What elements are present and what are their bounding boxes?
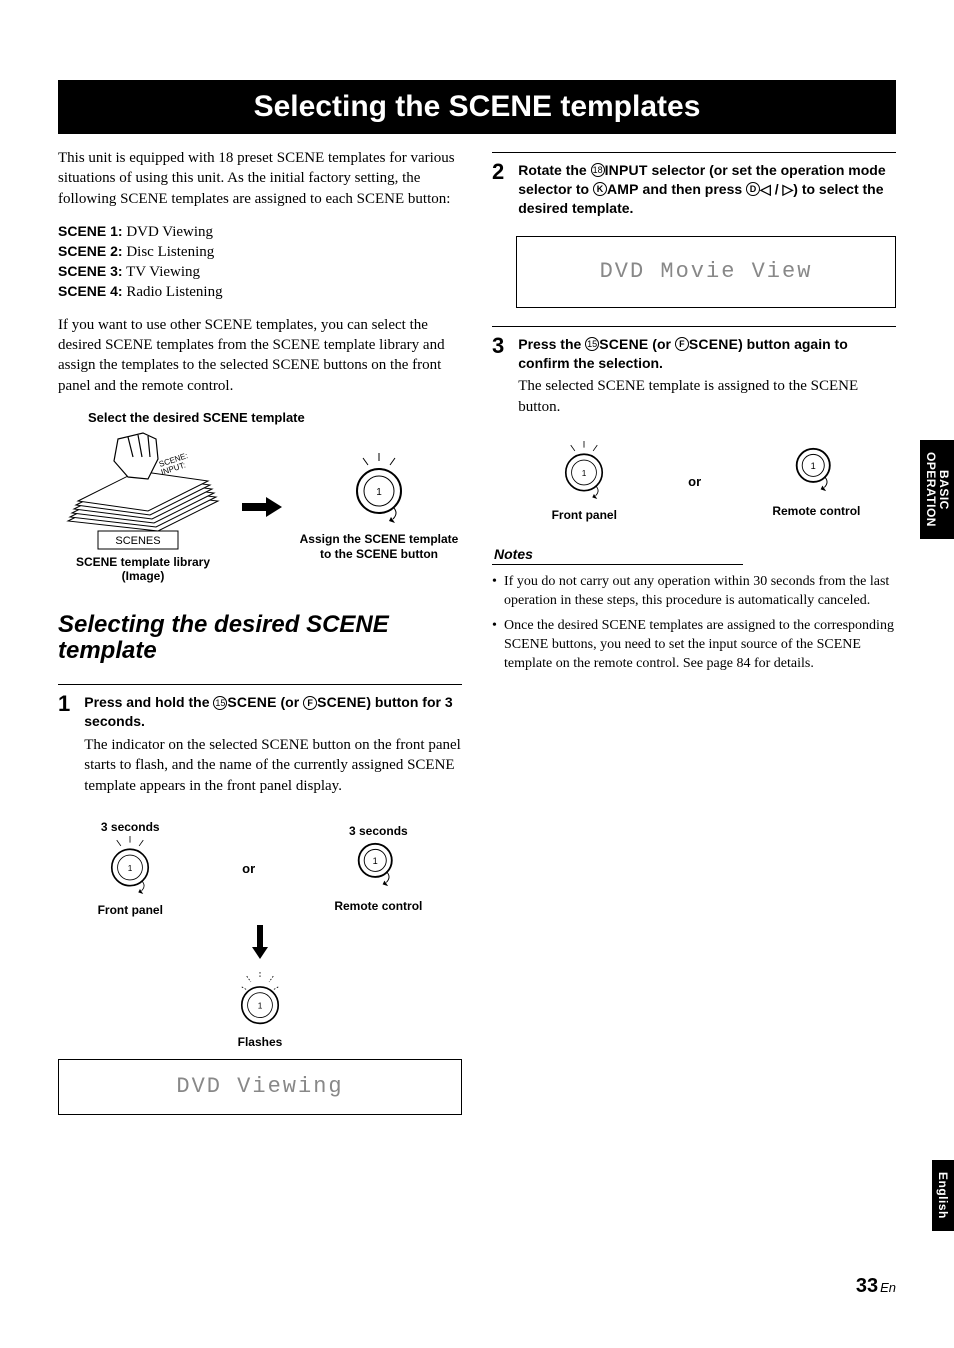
- flashes-figure: 1 Flashes: [58, 972, 462, 1049]
- remote-button-icon-2: 1: [793, 445, 839, 495]
- front-panel-dial-icon-2: 1: [557, 441, 611, 499]
- circled-15-icon: 15: [213, 696, 227, 710]
- scene-default-1: SCENE 1: DVD Viewing: [58, 223, 462, 241]
- step-1: 1 Press and hold the 15SCENE (or FSCENE)…: [58, 693, 462, 810]
- scene-default-4: SCENE 4: Radio Listening: [58, 283, 462, 301]
- step-2-heading: Rotate the 18INPUT selector (or set the …: [518, 161, 896, 218]
- assign-scene-button-figure: 1 Assign the SCENE template to the SCENE…: [296, 453, 462, 561]
- front-panel-press-figure-2: 1 Front panel: [552, 441, 617, 522]
- svg-text:1: 1: [373, 856, 378, 866]
- notes-list: If you do not carry out any operation wi…: [492, 573, 896, 673]
- step-2-wrapper: 2 Rotate the 18INPUT selector (or set th…: [492, 152, 896, 308]
- assign-caption: Assign the SCENE template to the SCENE b…: [296, 532, 462, 561]
- front-panel-display-1: DVD Viewing: [58, 1059, 462, 1115]
- left-column: This unit is equipped with 18 preset SCE…: [58, 148, 462, 1121]
- remote-control-press-figure-2: 1 Remote control: [772, 445, 860, 518]
- svg-text:1: 1: [582, 469, 587, 478]
- svg-text:1: 1: [811, 461, 816, 471]
- library-caption: SCENE template library (Image): [58, 555, 228, 584]
- down-arrow-block: [58, 925, 462, 964]
- down-arrow-icon: [252, 925, 268, 959]
- circled-15b-icon: 15: [585, 337, 599, 351]
- page-title-bar: Selecting the SCENE templates: [58, 80, 896, 134]
- step-1-wrapper: 1 Press and hold the 15SCENE (or FSCENE)…: [58, 684, 462, 1115]
- side-tab-english: English: [932, 1160, 954, 1231]
- step-3-rule: [492, 326, 896, 327]
- circled-d-icon: D: [746, 182, 760, 196]
- front-panel-dial-icon: 1: [103, 836, 157, 894]
- template-library-icon: SCENE: INPUT: SCENES: [58, 431, 228, 551]
- step-3: 3 Press the 15SCENE (or FSCENE) button a…: [492, 335, 896, 431]
- scenes-box-label: SCENES: [115, 535, 160, 547]
- scene-default-3: SCENE 3: TV Viewing: [58, 263, 462, 281]
- scene-library-image: SCENE: INPUT: SCENES SCENE template libr…: [58, 431, 228, 584]
- section-heading: Selecting the desired SCENE template: [58, 612, 462, 665]
- right-triangle-icon: ▷: [782, 181, 793, 197]
- fig-select-template-label: Select the desired SCENE template: [88, 410, 462, 425]
- step-3-number: 3: [492, 335, 504, 431]
- front-panel-press-figure: 3 seconds 1 Front panel: [98, 820, 163, 917]
- remote-control-press-figure: 3 seconds 1 Remote control: [334, 824, 422, 913]
- intro-paragraph: This unit is equipped with 18 preset SCE…: [58, 148, 462, 209]
- two-column-layout: This unit is equipped with 18 preset SCE…: [58, 148, 896, 1121]
- step-3-body: The selected SCENE template is assigned …: [518, 376, 896, 417]
- svg-text:1: 1: [258, 1001, 263, 1010]
- note-1: If you do not carry out any operation wi…: [492, 573, 896, 611]
- scene-defaults-list: SCENE 1: DVD Viewing SCENE 2: Disc Liste…: [58, 223, 462, 301]
- right-column: 2 Rotate the 18INPUT selector (or set th…: [492, 148, 896, 1121]
- assign-arrow-icon: [242, 497, 282, 517]
- step-2: 2 Rotate the 18INPUT selector (or set th…: [492, 161, 896, 222]
- scene-library-figure: SCENE: INPUT: SCENES SCENE template libr…: [58, 431, 462, 584]
- step-1-heading: Press and hold the 15SCENE (or FSCENE) b…: [84, 693, 462, 731]
- front-panel-display-2: DVD Movie View: [516, 236, 896, 308]
- scene-dial-icon: 1: [349, 453, 409, 523]
- step-1-rule: [58, 684, 462, 685]
- left-triangle-icon: ◁: [760, 181, 771, 197]
- circled-k-icon: K: [593, 182, 607, 196]
- svg-text:1: 1: [128, 864, 133, 873]
- remote-button-icon: 1: [355, 840, 401, 890]
- scene-default-2: SCENE 2: Disc Listening: [58, 243, 462, 261]
- svg-text:1: 1: [376, 487, 382, 498]
- circled-f2-icon: F: [675, 337, 689, 351]
- step-1-body: The indicator on the selected SCENE butt…: [84, 735, 462, 796]
- or-label-2: or: [688, 474, 701, 489]
- step-3-heading: Press the 15SCENE (or FSCENE) button aga…: [518, 335, 896, 373]
- step-1-number: 1: [58, 693, 70, 810]
- page-number: 33En: [856, 1275, 896, 1298]
- step-3-wrapper: 3 Press the 15SCENE (or FSCENE) button a…: [492, 326, 896, 522]
- notes-section: Notes If you do not carry out any operat…: [492, 528, 896, 673]
- step-3-press-row: 1 Front panel or 1 Remote contr: [516, 441, 896, 522]
- circled-18-icon: 18: [591, 163, 605, 177]
- step-1-press-row: 3 seconds 1 Front panel: [58, 820, 462, 917]
- flashing-dial-icon: 1: [233, 972, 287, 1030]
- circled-f-icon: F: [303, 696, 317, 710]
- note-2: Once the desired SCENE templates are ass…: [492, 617, 896, 674]
- intro2-paragraph: If you want to use other SCENE templates…: [58, 315, 462, 396]
- side-tab-basic-operation: BASIC OPERATION: [920, 440, 954, 539]
- step-2-rule: [492, 152, 896, 153]
- notes-heading: Notes: [492, 546, 743, 565]
- step-2-number: 2: [492, 161, 504, 222]
- or-label: or: [242, 861, 255, 876]
